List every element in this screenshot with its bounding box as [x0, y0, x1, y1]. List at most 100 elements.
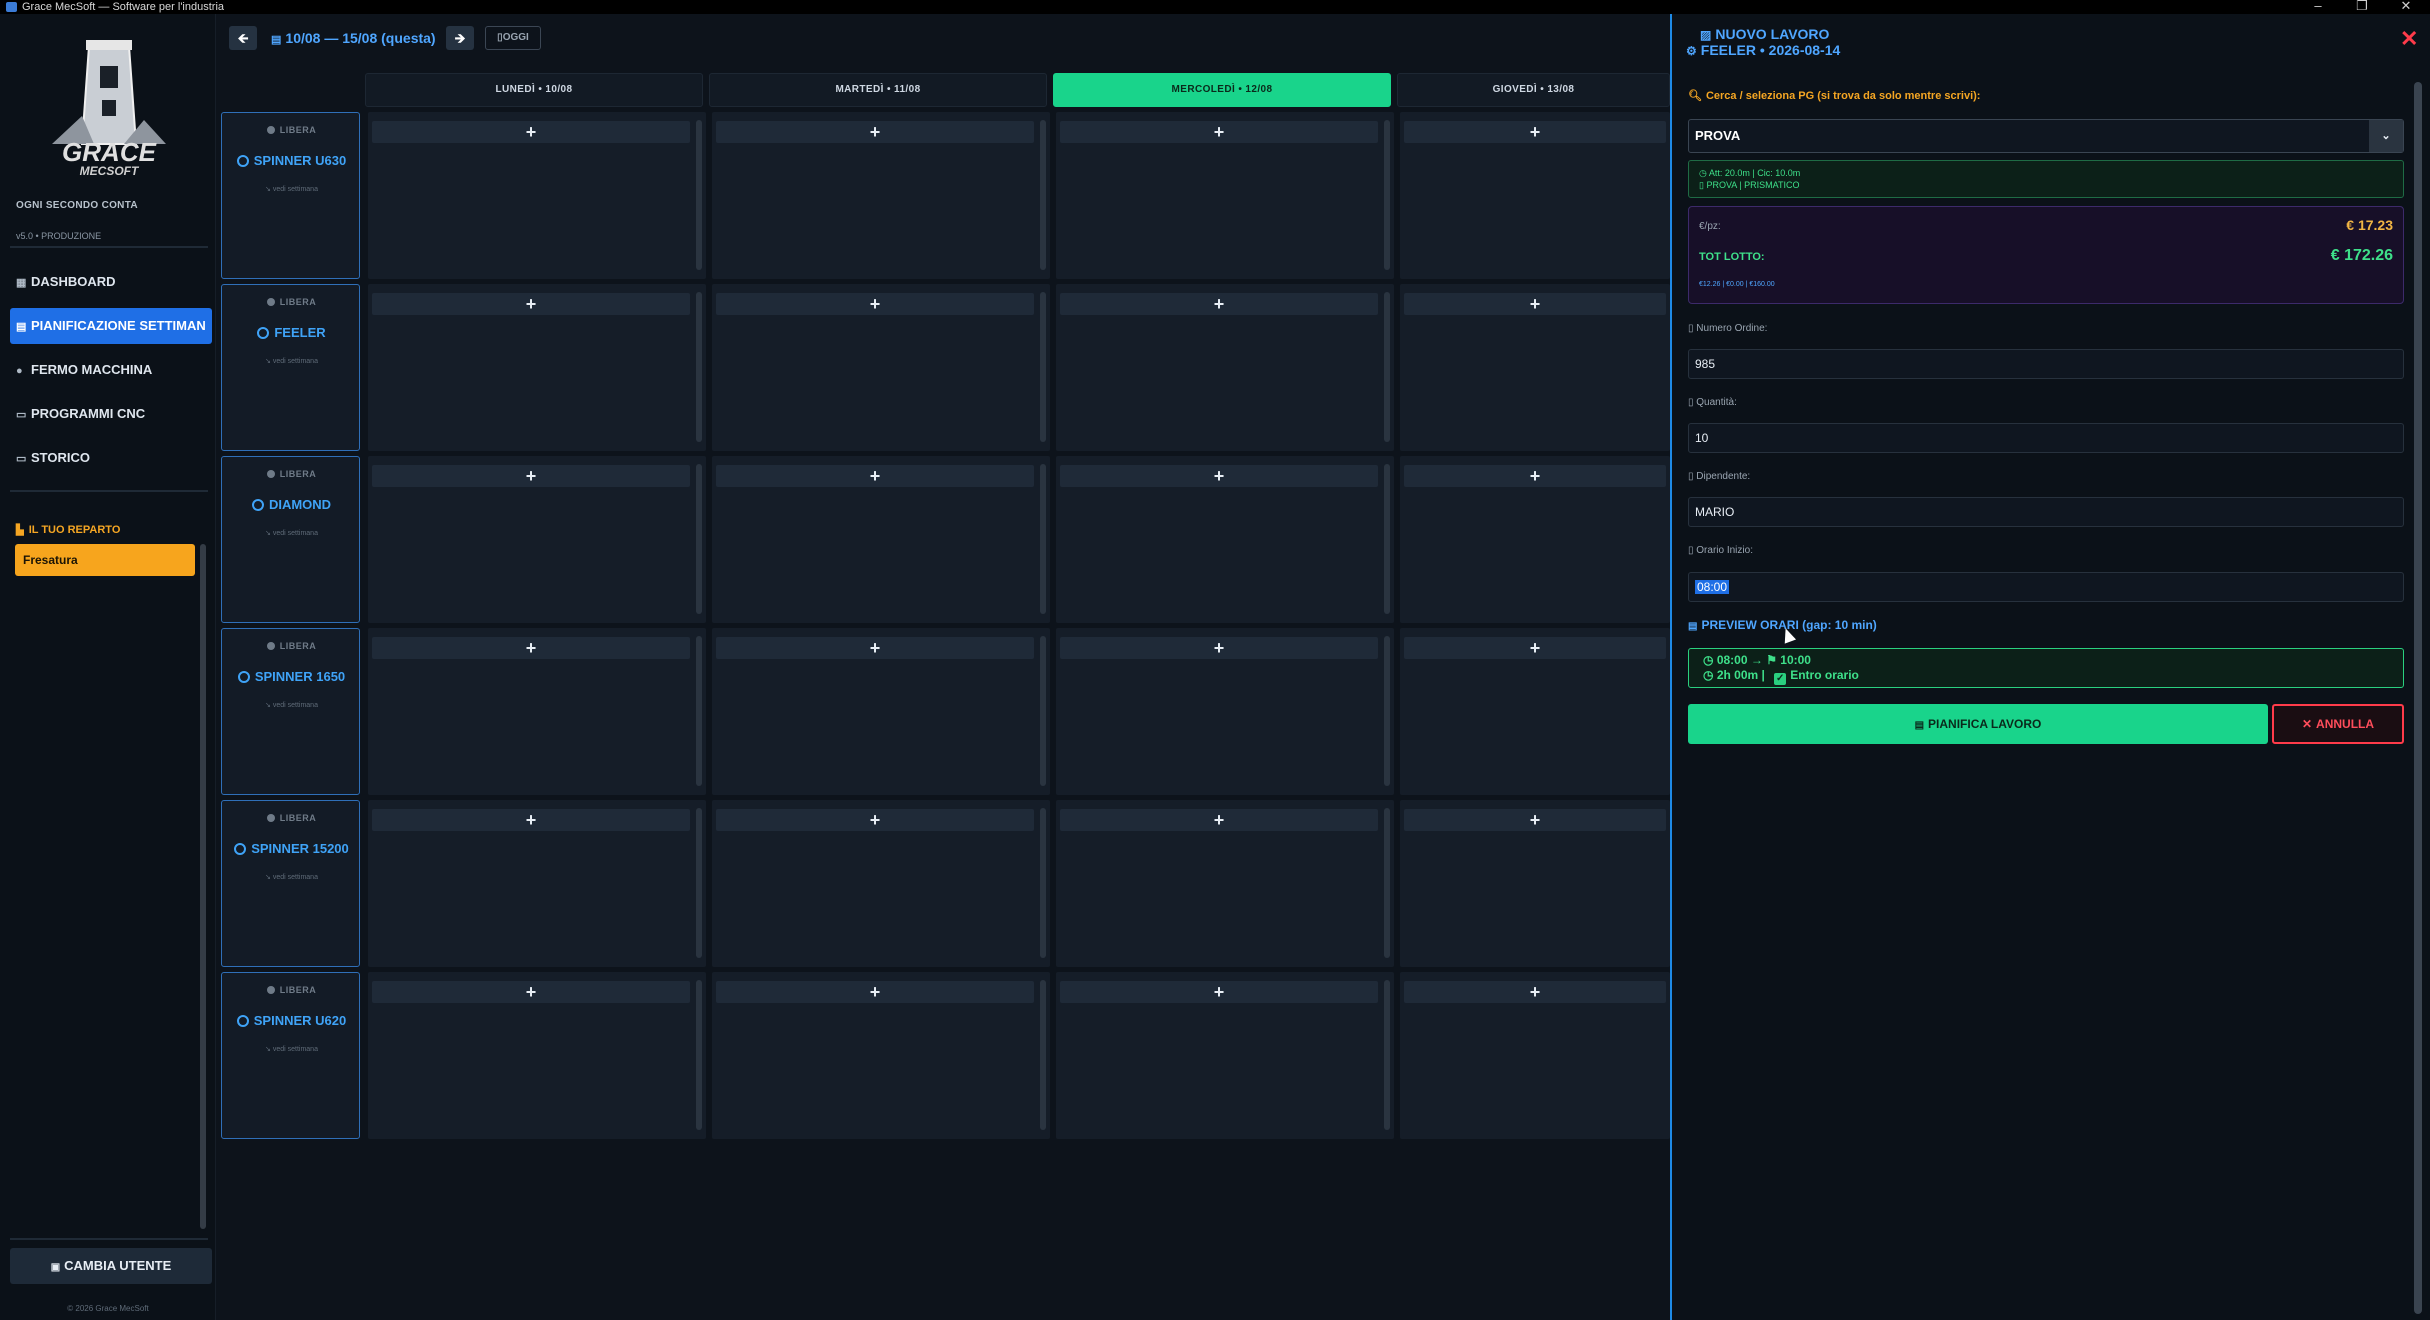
schedule-cell[interactable]: +: [712, 284, 1050, 451]
cell-scrollbar[interactable]: [1040, 636, 1046, 786]
add-job-button[interactable]: +: [372, 465, 690, 487]
nav-dashboard[interactable]: ▦ DASHBOARD: [10, 264, 212, 300]
cell-scrollbar[interactable]: [696, 980, 702, 1130]
quantity-input[interactable]: 10: [1688, 423, 2404, 453]
machine-card[interactable]: LIBERA DIAMOND ↘ vedi settimana: [221, 456, 360, 623]
schedule-cell[interactable]: +: [712, 628, 1050, 795]
add-job-button[interactable]: +: [716, 809, 1034, 831]
employee-input[interactable]: MARIO: [1688, 497, 2404, 527]
schedule-cell[interactable]: +: [1056, 800, 1394, 967]
machine-week-link[interactable]: ↘ vedi settimana: [222, 873, 361, 881]
pg-select[interactable]: PROVA ⌄: [1688, 119, 2404, 153]
add-job-button[interactable]: +: [716, 121, 1034, 143]
machine-week-link[interactable]: ↘ vedi settimana: [222, 1045, 361, 1053]
schedule-cell[interactable]: +: [368, 456, 706, 623]
schedule-cell[interactable]: +: [1400, 972, 1670, 1139]
nav-programmi-cnc[interactable]: ▭ PROGRAMMI CNC: [10, 396, 212, 432]
add-job-button[interactable]: +: [1404, 121, 1666, 143]
cancel-button[interactable]: ✕ ANNULLA: [2272, 704, 2404, 744]
schedule-cell[interactable]: +: [368, 284, 706, 451]
schedule-cell[interactable]: +: [712, 800, 1050, 967]
add-job-button[interactable]: +: [372, 637, 690, 659]
plan-job-button[interactable]: ▤ PIANIFICA LAVORO: [1688, 704, 2268, 744]
machine-card[interactable]: LIBERA SPINNER U620 ↘ vedi settimana: [221, 972, 360, 1139]
machine-card[interactable]: LIBERA SPINNER 1650 ↘ vedi settimana: [221, 628, 360, 795]
schedule-cell[interactable]: +: [1400, 456, 1670, 623]
order-number-input[interactable]: 985: [1688, 349, 2404, 379]
cell-scrollbar[interactable]: [1040, 980, 1046, 1130]
add-job-button[interactable]: +: [1404, 809, 1666, 831]
machine-card[interactable]: LIBERA SPINNER U630 ↘ vedi settimana: [221, 112, 360, 279]
cell-scrollbar[interactable]: [696, 120, 702, 270]
maximize-icon[interactable]: ❐: [2342, 0, 2382, 13]
nav-fermo-macchina[interactable]: ● FERMO MACCHINA: [10, 352, 212, 388]
schedule-cell[interactable]: +: [1400, 284, 1670, 451]
close-panel-icon[interactable]: ✕: [2400, 26, 2418, 52]
add-job-button[interactable]: +: [1060, 809, 1378, 831]
cell-scrollbar[interactable]: [696, 636, 702, 786]
schedule-cell[interactable]: +: [1400, 628, 1670, 795]
cell-scrollbar[interactable]: [1384, 120, 1390, 270]
schedule-cell[interactable]: +: [368, 112, 706, 279]
schedule-cell[interactable]: +: [712, 112, 1050, 279]
add-job-button[interactable]: +: [372, 121, 690, 143]
today-button[interactable]: ▯OGGI: [485, 26, 541, 50]
machine-week-link[interactable]: ↘ vedi settimana: [222, 701, 361, 709]
schedule-cell[interactable]: +: [1400, 800, 1670, 967]
next-week-button[interactable]: 🡺: [446, 26, 474, 50]
cell-scrollbar[interactable]: [696, 808, 702, 958]
add-job-button[interactable]: +: [372, 981, 690, 1003]
add-job-button[interactable]: +: [1060, 293, 1378, 315]
prev-week-button[interactable]: 🡸: [229, 26, 257, 50]
add-job-button[interactable]: +: [716, 637, 1034, 659]
machine-week-link[interactable]: ↘ vedi settimana: [222, 185, 361, 193]
change-user-button[interactable]: ▣ CAMBIA UTENTE: [10, 1248, 212, 1284]
cell-scrollbar[interactable]: [1384, 808, 1390, 958]
schedule-cell[interactable]: +: [712, 456, 1050, 623]
close-window-icon[interactable]: ✕: [2386, 0, 2426, 13]
cell-scrollbar[interactable]: [1040, 464, 1046, 614]
machine-week-link[interactable]: ↘ vedi settimana: [222, 529, 361, 537]
cell-scrollbar[interactable]: [1384, 292, 1390, 442]
cell-scrollbar[interactable]: [1384, 636, 1390, 786]
add-job-button[interactable]: +: [716, 293, 1034, 315]
add-job-button[interactable]: +: [372, 809, 690, 831]
cell-scrollbar[interactable]: [1040, 292, 1046, 442]
schedule-cell[interactable]: +: [1056, 972, 1394, 1139]
schedule-cell[interactable]: +: [1400, 112, 1670, 279]
schedule-cell[interactable]: +: [368, 972, 706, 1139]
chevron-down-icon[interactable]: ⌄: [2369, 120, 2403, 152]
cell-scrollbar[interactable]: [696, 464, 702, 614]
cell-scrollbar[interactable]: [1384, 464, 1390, 614]
add-job-button[interactable]: +: [1404, 465, 1666, 487]
machine-card[interactable]: LIBERA FEELER ↘ vedi settimana: [221, 284, 360, 451]
add-job-button[interactable]: +: [716, 465, 1034, 487]
add-job-button[interactable]: +: [1404, 293, 1666, 315]
add-job-button[interactable]: +: [1060, 121, 1378, 143]
start-time-input[interactable]: 08:00: [1688, 572, 2404, 602]
machine-card[interactable]: LIBERA SPINNER 15200 ↘ vedi settimana: [221, 800, 360, 967]
schedule-cell[interactable]: +: [1056, 112, 1394, 279]
add-job-button[interactable]: +: [372, 293, 690, 315]
machine-week-link[interactable]: ↘ vedi settimana: [222, 357, 361, 365]
schedule-cell[interactable]: +: [368, 800, 706, 967]
schedule-cell[interactable]: +: [368, 628, 706, 795]
schedule-cell[interactable]: +: [712, 972, 1050, 1139]
add-job-button[interactable]: +: [716, 981, 1034, 1003]
add-job-button[interactable]: +: [1060, 637, 1378, 659]
reparto-fresatura-button[interactable]: Fresatura: [15, 544, 195, 576]
panel-scrollbar[interactable]: [2414, 82, 2422, 1314]
add-job-button[interactable]: +: [1404, 637, 1666, 659]
cell-scrollbar[interactable]: [1040, 808, 1046, 958]
cell-scrollbar[interactable]: [1040, 120, 1046, 270]
schedule-cell[interactable]: +: [1056, 284, 1394, 451]
add-job-button[interactable]: +: [1060, 981, 1378, 1003]
nav-storico[interactable]: ▭ STORICO: [10, 440, 212, 476]
cell-scrollbar[interactable]: [696, 292, 702, 442]
cell-scrollbar[interactable]: [1384, 980, 1390, 1130]
sidebar-scrollbar[interactable]: [200, 544, 206, 1229]
nav-pianificazione[interactable]: ▤ PIANIFICAZIONE SETTIMAN: [10, 308, 212, 344]
schedule-cell[interactable]: +: [1056, 628, 1394, 795]
schedule-cell[interactable]: +: [1056, 456, 1394, 623]
add-job-button[interactable]: +: [1404, 981, 1666, 1003]
